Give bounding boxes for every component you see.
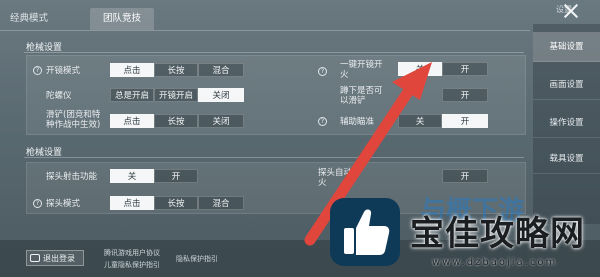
thumbs-up-icon [344, 209, 390, 255]
watermark-logo [330, 198, 400, 266]
watermark-domain: www.dzbaojia.com [432, 257, 558, 268]
arrow-head [392, 62, 432, 100]
watermark-brand: 宝佳攻略网 [410, 214, 585, 254]
